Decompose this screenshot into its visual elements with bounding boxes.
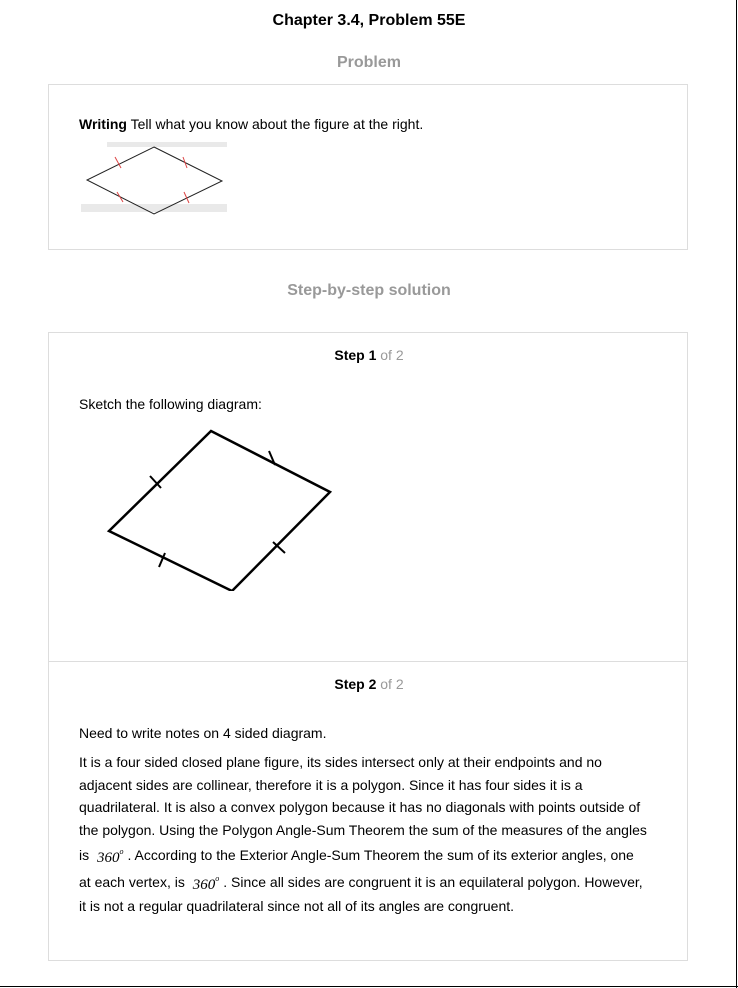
problem-rhombus-figure [81, 142, 227, 215]
problem-lead: Writing [79, 116, 127, 132]
problem-statement: Writing Tell what you know about the fig… [79, 113, 423, 136]
rhombus-outline [106, 429, 333, 591]
congruence-tick-marks [149, 450, 286, 568]
faded-background-text [81, 142, 227, 212]
exterior-angle-sum-value: 360o [192, 873, 220, 893]
step-2-label: Step 2 of 2 [334, 676, 404, 692]
step-divider [49, 661, 687, 662]
solution-box: Step 1 of 2 Sketch the following diagram… [48, 332, 688, 961]
step-2-intro: Need to write notes on 4 sided diagram. [79, 725, 327, 741]
page-title: Chapter 3.4, Problem 55E [272, 12, 466, 29]
congruence-tick-marks [114, 156, 190, 204]
problem-text: Tell what you know about the figure at t… [126, 116, 424, 132]
solution-heading: Step-by-step solution [287, 282, 451, 299]
step-1-rhombus-diagram [106, 429, 333, 591]
step-2-explanation: It is a four sided closed plane figure, … [79, 754, 647, 914]
step-1-text: Sketch the following diagram: [79, 396, 262, 412]
rhombus-outline [85, 146, 224, 215]
problem-box: Writing Tell what you know about the fig… [48, 84, 688, 250]
angle-sum-value: 360o [97, 847, 124, 867]
page-border [0, 986, 738, 987]
page-border [736, 0, 737, 988]
step-1-label: Step 1 of 2 [334, 347, 404, 363]
problem-heading: Problem [336, 54, 401, 71]
